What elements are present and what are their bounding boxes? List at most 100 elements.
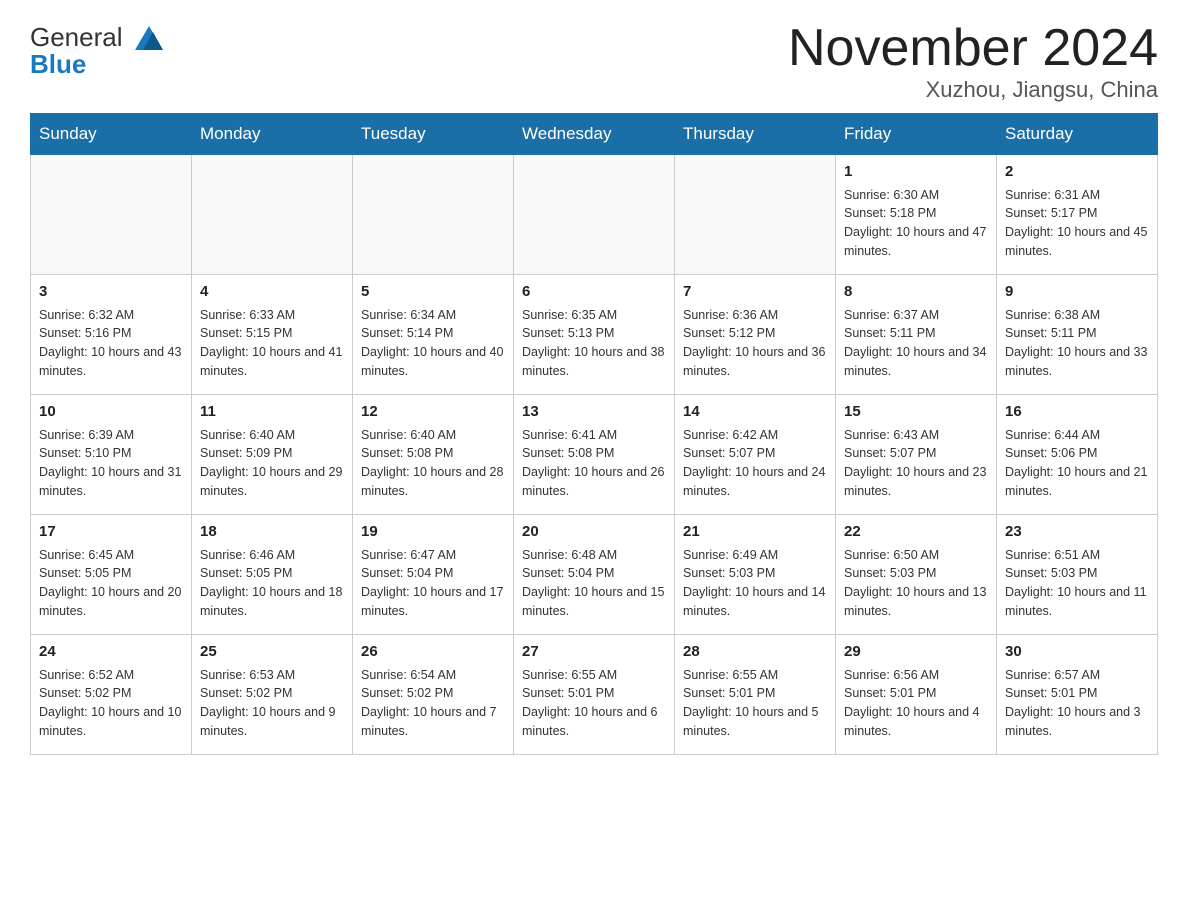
calendar-cell: 17Sunrise: 6:45 AMSunset: 5:05 PMDayligh…	[31, 515, 192, 635]
calendar-cell: 3Sunrise: 6:32 AMSunset: 5:16 PMDaylight…	[31, 275, 192, 395]
calendar-cell: 12Sunrise: 6:40 AMSunset: 5:08 PMDayligh…	[353, 395, 514, 515]
calendar-cell: 16Sunrise: 6:44 AMSunset: 5:06 PMDayligh…	[997, 395, 1158, 515]
sun-info: Sunrise: 6:30 AMSunset: 5:18 PMDaylight:…	[844, 186, 988, 261]
calendar-cell	[514, 155, 675, 275]
day-number: 7	[683, 281, 827, 304]
day-number: 16	[1005, 401, 1149, 424]
sun-info: Sunrise: 6:34 AMSunset: 5:14 PMDaylight:…	[361, 306, 505, 381]
sun-info: Sunrise: 6:52 AMSunset: 5:02 PMDaylight:…	[39, 666, 183, 741]
sun-info: Sunrise: 6:51 AMSunset: 5:03 PMDaylight:…	[1005, 546, 1149, 621]
calendar-cell: 21Sunrise: 6:49 AMSunset: 5:03 PMDayligh…	[675, 515, 836, 635]
day-number: 27	[522, 641, 666, 664]
calendar-cell	[31, 155, 192, 275]
day-number: 8	[844, 281, 988, 304]
title-area: November 2024 Xuzhou, Jiangsu, China	[788, 20, 1158, 103]
day-number: 13	[522, 401, 666, 424]
calendar-cell: 18Sunrise: 6:46 AMSunset: 5:05 PMDayligh…	[192, 515, 353, 635]
calendar-cell: 6Sunrise: 6:35 AMSunset: 5:13 PMDaylight…	[514, 275, 675, 395]
sun-info: Sunrise: 6:53 AMSunset: 5:02 PMDaylight:…	[200, 666, 344, 741]
calendar-cell: 22Sunrise: 6:50 AMSunset: 5:03 PMDayligh…	[836, 515, 997, 635]
sun-info: Sunrise: 6:50 AMSunset: 5:03 PMDaylight:…	[844, 546, 988, 621]
day-number: 4	[200, 281, 344, 304]
calendar-cell: 10Sunrise: 6:39 AMSunset: 5:10 PMDayligh…	[31, 395, 192, 515]
sun-info: Sunrise: 6:46 AMSunset: 5:05 PMDaylight:…	[200, 546, 344, 621]
calendar-week-row: 10Sunrise: 6:39 AMSunset: 5:10 PMDayligh…	[31, 395, 1158, 515]
calendar-cell: 24Sunrise: 6:52 AMSunset: 5:02 PMDayligh…	[31, 635, 192, 755]
day-number: 17	[39, 521, 183, 544]
location-title: Xuzhou, Jiangsu, China	[788, 77, 1158, 103]
calendar-week-row: 1Sunrise: 6:30 AMSunset: 5:18 PMDaylight…	[31, 155, 1158, 275]
sun-info: Sunrise: 6:47 AMSunset: 5:04 PMDaylight:…	[361, 546, 505, 621]
sun-info: Sunrise: 6:32 AMSunset: 5:16 PMDaylight:…	[39, 306, 183, 381]
calendar-cell: 9Sunrise: 6:38 AMSunset: 5:11 PMDaylight…	[997, 275, 1158, 395]
sun-info: Sunrise: 6:40 AMSunset: 5:09 PMDaylight:…	[200, 426, 344, 501]
calendar-header-row: SundayMondayTuesdayWednesdayThursdayFrid…	[31, 114, 1158, 155]
calendar-cell	[675, 155, 836, 275]
calendar-week-row: 24Sunrise: 6:52 AMSunset: 5:02 PMDayligh…	[31, 635, 1158, 755]
day-number: 20	[522, 521, 666, 544]
calendar-cell: 7Sunrise: 6:36 AMSunset: 5:12 PMDaylight…	[675, 275, 836, 395]
calendar-cell: 25Sunrise: 6:53 AMSunset: 5:02 PMDayligh…	[192, 635, 353, 755]
calendar-header-wednesday: Wednesday	[514, 114, 675, 155]
sun-info: Sunrise: 6:38 AMSunset: 5:11 PMDaylight:…	[1005, 306, 1149, 381]
day-number: 10	[39, 401, 183, 424]
calendar-cell: 23Sunrise: 6:51 AMSunset: 5:03 PMDayligh…	[997, 515, 1158, 635]
sun-info: Sunrise: 6:44 AMSunset: 5:06 PMDaylight:…	[1005, 426, 1149, 501]
sun-info: Sunrise: 6:33 AMSunset: 5:15 PMDaylight:…	[200, 306, 344, 381]
day-number: 30	[1005, 641, 1149, 664]
sun-info: Sunrise: 6:48 AMSunset: 5:04 PMDaylight:…	[522, 546, 666, 621]
day-number: 2	[1005, 161, 1149, 184]
calendar-cell: 14Sunrise: 6:42 AMSunset: 5:07 PMDayligh…	[675, 395, 836, 515]
calendar-cell: 30Sunrise: 6:57 AMSunset: 5:01 PMDayligh…	[997, 635, 1158, 755]
sun-info: Sunrise: 6:55 AMSunset: 5:01 PMDaylight:…	[522, 666, 666, 741]
sun-info: Sunrise: 6:37 AMSunset: 5:11 PMDaylight:…	[844, 306, 988, 381]
calendar-header-thursday: Thursday	[675, 114, 836, 155]
day-number: 26	[361, 641, 505, 664]
logo-blue-text: Blue	[30, 50, 86, 79]
calendar-header-sunday: Sunday	[31, 114, 192, 155]
sun-info: Sunrise: 6:31 AMSunset: 5:17 PMDaylight:…	[1005, 186, 1149, 261]
day-number: 6	[522, 281, 666, 304]
sun-info: Sunrise: 6:45 AMSunset: 5:05 PMDaylight:…	[39, 546, 183, 621]
calendar-cell: 20Sunrise: 6:48 AMSunset: 5:04 PMDayligh…	[514, 515, 675, 635]
day-number: 24	[39, 641, 183, 664]
calendar-cell: 29Sunrise: 6:56 AMSunset: 5:01 PMDayligh…	[836, 635, 997, 755]
calendar-cell: 13Sunrise: 6:41 AMSunset: 5:08 PMDayligh…	[514, 395, 675, 515]
calendar-cell: 1Sunrise: 6:30 AMSunset: 5:18 PMDaylight…	[836, 155, 997, 275]
calendar-cell: 15Sunrise: 6:43 AMSunset: 5:07 PMDayligh…	[836, 395, 997, 515]
month-title: November 2024	[788, 20, 1158, 77]
day-number: 21	[683, 521, 827, 544]
day-number: 15	[844, 401, 988, 424]
sun-info: Sunrise: 6:40 AMSunset: 5:08 PMDaylight:…	[361, 426, 505, 501]
calendar-header-saturday: Saturday	[997, 114, 1158, 155]
calendar-cell: 8Sunrise: 6:37 AMSunset: 5:11 PMDaylight…	[836, 275, 997, 395]
day-number: 12	[361, 401, 505, 424]
sun-info: Sunrise: 6:54 AMSunset: 5:02 PMDaylight:…	[361, 666, 505, 741]
calendar-cell: 28Sunrise: 6:55 AMSunset: 5:01 PMDayligh…	[675, 635, 836, 755]
calendar-cell: 27Sunrise: 6:55 AMSunset: 5:01 PMDayligh…	[514, 635, 675, 755]
day-number: 18	[200, 521, 344, 544]
calendar-header-monday: Monday	[192, 114, 353, 155]
calendar-cell	[353, 155, 514, 275]
day-number: 1	[844, 161, 988, 184]
day-number: 5	[361, 281, 505, 304]
calendar-cell: 26Sunrise: 6:54 AMSunset: 5:02 PMDayligh…	[353, 635, 514, 755]
day-number: 11	[200, 401, 344, 424]
logo: General Blue	[30, 20, 163, 79]
calendar-week-row: 17Sunrise: 6:45 AMSunset: 5:05 PMDayligh…	[31, 515, 1158, 635]
day-number: 3	[39, 281, 183, 304]
day-number: 9	[1005, 281, 1149, 304]
sun-info: Sunrise: 6:55 AMSunset: 5:01 PMDaylight:…	[683, 666, 827, 741]
sun-info: Sunrise: 6:42 AMSunset: 5:07 PMDaylight:…	[683, 426, 827, 501]
logo-icon	[125, 22, 163, 54]
day-number: 25	[200, 641, 344, 664]
calendar-cell: 19Sunrise: 6:47 AMSunset: 5:04 PMDayligh…	[353, 515, 514, 635]
calendar-cell: 5Sunrise: 6:34 AMSunset: 5:14 PMDaylight…	[353, 275, 514, 395]
logo-general-text: General	[30, 23, 123, 52]
calendar-header-tuesday: Tuesday	[353, 114, 514, 155]
sun-info: Sunrise: 6:39 AMSunset: 5:10 PMDaylight:…	[39, 426, 183, 501]
calendar-cell: 4Sunrise: 6:33 AMSunset: 5:15 PMDaylight…	[192, 275, 353, 395]
sun-info: Sunrise: 6:56 AMSunset: 5:01 PMDaylight:…	[844, 666, 988, 741]
sun-info: Sunrise: 6:35 AMSunset: 5:13 PMDaylight:…	[522, 306, 666, 381]
day-number: 14	[683, 401, 827, 424]
